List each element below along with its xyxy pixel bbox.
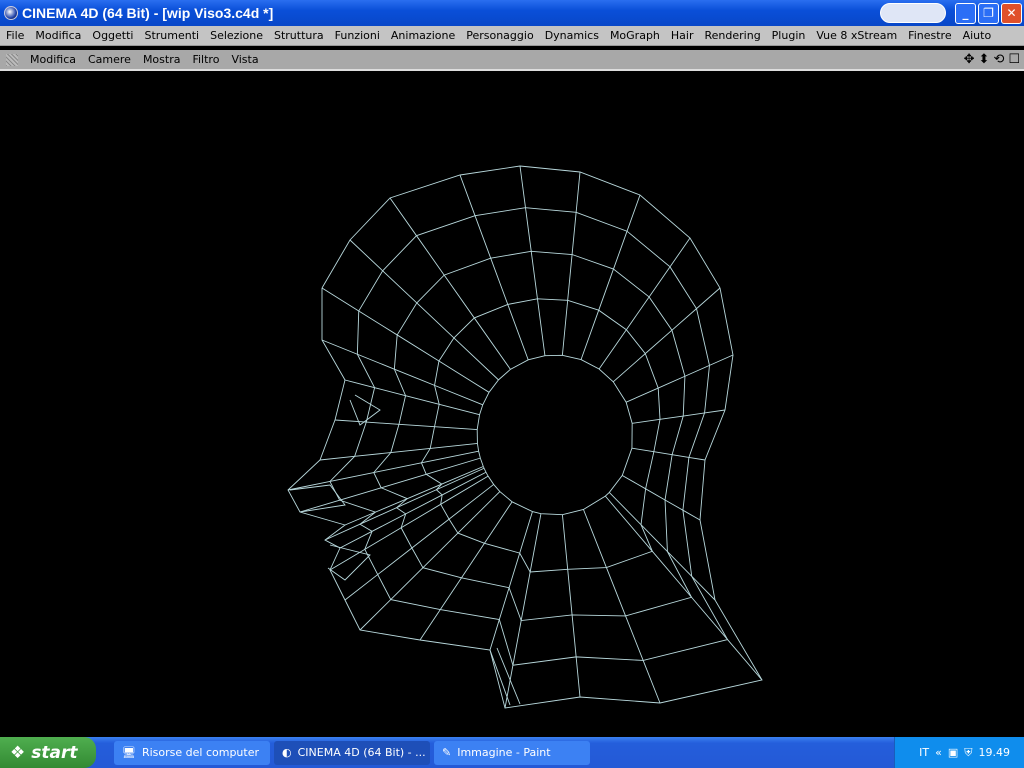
- mesh-edge-loop: [420, 298, 661, 573]
- security-shield-icon[interactable]: ⛨: [964, 746, 972, 760]
- mesh-radial-edge: [459, 174, 529, 361]
- mesh-eye-loop: [349, 394, 381, 426]
- mesh-edge-loop: [476, 354, 633, 516]
- menu-rendering[interactable]: Rendering: [699, 29, 766, 42]
- cinema4d-icon: ◐: [282, 746, 292, 759]
- mesh-radial-edge: [334, 419, 478, 431]
- network-icon[interactable]: ▣: [948, 746, 958, 759]
- menu-mograph[interactable]: MoGraph: [604, 29, 665, 42]
- zoom-view-icon[interactable]: ⬍: [979, 52, 990, 67]
- taskbar-item-cinema4d[interactable]: ◐ CINEMA 4D (64 Bit) - ...: [274, 740, 430, 765]
- menu-personaggio[interactable]: Personaggio: [460, 29, 538, 42]
- restore-button[interactable]: ❐: [978, 3, 999, 24]
- close-button[interactable]: ✕: [1001, 3, 1022, 24]
- window-title: CINEMA 4D (64 Bit) - [wip Viso3.c4d *]: [22, 5, 274, 21]
- menu-strumenti[interactable]: Strumenti: [138, 29, 204, 42]
- mesh-radial-edge: [489, 511, 533, 651]
- mesh-radial-edge: [583, 509, 661, 704]
- system-tray: IT « ▣ ⛨ 19.49: [894, 737, 1024, 768]
- maximize-view-icon[interactable]: ☐: [1008, 52, 1020, 67]
- taskbar-item-risorse[interactable]: 🖥 Risorse del computer: [114, 740, 270, 765]
- start-button[interactable]: ❖ start: [0, 737, 96, 768]
- mesh-radial-edge: [329, 475, 489, 571]
- menu-file[interactable]: File: [0, 29, 29, 42]
- mesh-radial-edge: [598, 237, 691, 370]
- clock: 19.49: [978, 746, 1011, 759]
- grip-handle[interactable]: [6, 53, 18, 66]
- mesh-radial-edge: [604, 495, 763, 681]
- viewport-menu-bar: Modifica Camere Mostra Filtro Vista ✥ ⬍ ⟲ ☐: [0, 50, 1024, 71]
- viewport-menu-filtro[interactable]: Filtro: [186, 53, 225, 66]
- menu-vue-8-xstream[interactable]: Vue 8 xStream: [810, 29, 902, 42]
- mesh-radial-edge: [344, 466, 484, 526]
- language-indicator[interactable]: IT: [919, 746, 929, 759]
- viewport-menu-mostra[interactable]: Mostra: [137, 53, 187, 66]
- menu-bar: File Modifica Oggetti Strumenti Selezione Str…: [0, 26, 1024, 46]
- viewport-menu-modifica[interactable]: Modifica: [24, 53, 82, 66]
- menu-oggetti[interactable]: Oggetti: [86, 29, 138, 42]
- menu-plugin[interactable]: Plugin: [766, 29, 811, 42]
- nvidia-widget[interactable]: [880, 3, 946, 23]
- menu-animazione[interactable]: Animazione: [385, 29, 460, 42]
- mesh-radial-edge: [608, 492, 716, 601]
- viewport-menu-camere[interactable]: Camere: [82, 53, 137, 66]
- menu-dynamics[interactable]: Dynamics: [539, 29, 604, 42]
- mesh-radial-edge: [519, 165, 546, 356]
- mesh-edge-loop: [329, 207, 729, 666]
- mesh-radial-edge: [324, 467, 485, 541]
- paint-icon: ✎: [442, 746, 452, 759]
- mesh-radial-edge: [561, 514, 581, 698]
- 3d-viewport[interactable]: [2, 73, 1022, 733]
- mesh-neck-edge: [489, 649, 511, 706]
- move-view-icon[interactable]: ✥: [964, 52, 975, 67]
- viewport-menu-vista[interactable]: Vista: [225, 53, 264, 66]
- menu-hair[interactable]: Hair: [665, 29, 699, 42]
- mesh-neck-edge: [496, 647, 521, 705]
- computer-icon: 🖥: [122, 746, 136, 759]
- minimize-button[interactable]: _: [955, 3, 976, 24]
- mesh-radial-edge: [339, 471, 487, 549]
- menu-struttura[interactable]: Struttura: [268, 29, 329, 42]
- rotate-view-icon[interactable]: ⟲: [993, 52, 1004, 67]
- windows-logo-icon: ❖: [10, 742, 26, 763]
- head-wireframe-mesh: [287, 165, 763, 709]
- mesh-radial-edge: [319, 443, 478, 461]
- menu-modifica[interactable]: Modifica: [29, 29, 86, 42]
- mesh-radial-edge: [561, 171, 581, 356]
- mesh-edge-loop: [287, 165, 763, 709]
- taskbar: ❖ start 🖥 Risorse del computer ◐ CINEMA 4D …: [0, 737, 1024, 768]
- mesh-radial-edge: [344, 379, 480, 416]
- cinema4d-icon: [4, 6, 18, 20]
- menu-finestre[interactable]: Finestre: [902, 29, 956, 42]
- mesh-radial-edge: [631, 447, 706, 461]
- mesh-radial-edge: [625, 354, 734, 403]
- menu-aiuto[interactable]: Aiuto: [957, 29, 997, 42]
- title-bar: CINEMA 4D (64 Bit) - [wip Viso3.c4d *] _…: [0, 0, 1024, 26]
- menu-funzioni[interactable]: Funzioni: [329, 29, 385, 42]
- show-hidden-icons-icon[interactable]: «: [935, 746, 942, 759]
- taskbar-item-paint[interactable]: ✎ Immagine - Paint: [434, 740, 590, 765]
- mesh-radial-edge: [632, 409, 726, 424]
- mesh-radial-edge: [622, 475, 701, 521]
- mesh-radial-edge: [359, 491, 501, 631]
- mesh-radial-edge: [580, 194, 641, 360]
- mesh-radial-edge: [349, 239, 499, 381]
- mesh-radial-edge: [287, 450, 479, 491]
- menu-selezione[interactable]: Selezione: [204, 29, 268, 42]
